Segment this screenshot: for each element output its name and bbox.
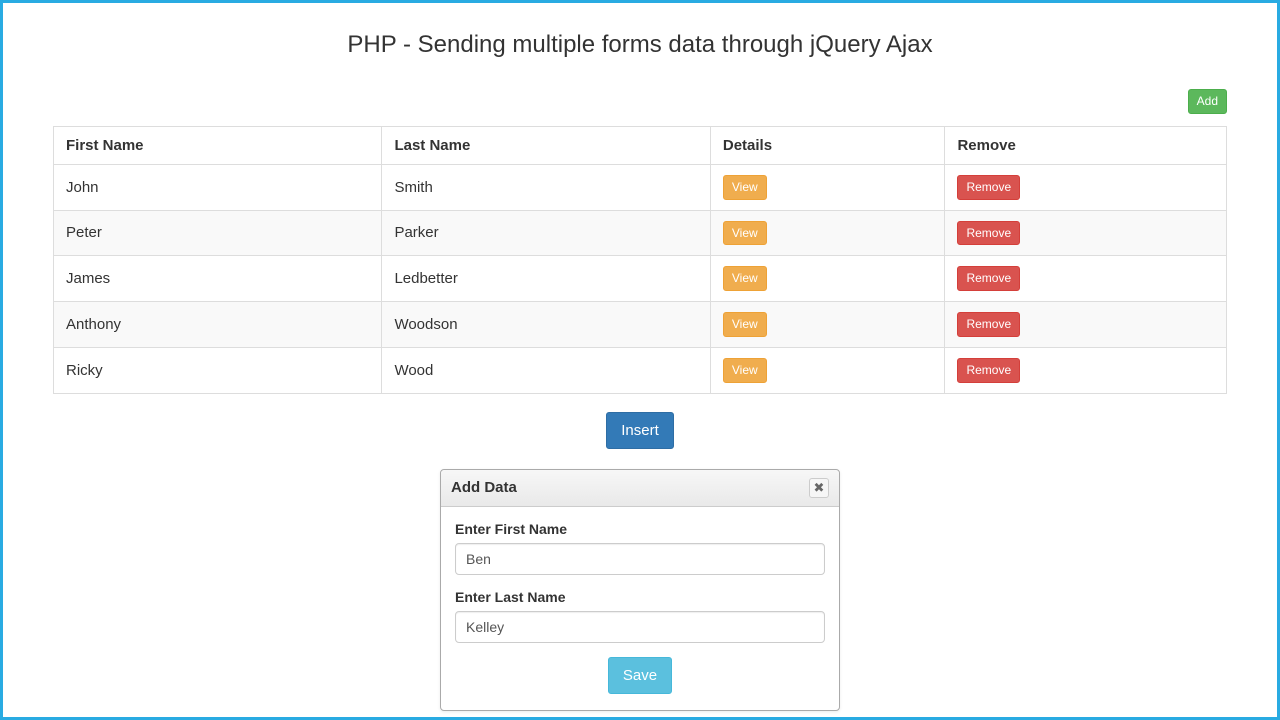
table-header-row: First Name Last Name Details Remove [54, 126, 1227, 164]
header-remove: Remove [945, 126, 1227, 164]
view-button[interactable]: View [723, 266, 767, 291]
view-button[interactable]: View [723, 221, 767, 246]
add-data-dialog: Add Data ✖ Enter First Name Enter Last N… [440, 469, 840, 711]
cell-first-name: Peter [54, 210, 382, 256]
users-table: First Name Last Name Details Remove John… [53, 126, 1227, 394]
close-icon[interactable]: ✖ [809, 478, 829, 498]
toolbar: Add [53, 89, 1227, 114]
dialog-body: Enter First Name Enter Last Name Save [441, 507, 839, 710]
cell-first-name: Ricky [54, 347, 382, 393]
table-row: James Ledbetter View Remove [54, 256, 1227, 302]
last-name-label: Enter Last Name [455, 589, 825, 605]
app-frame: PHP - Sending multiple forms data throug… [0, 0, 1280, 720]
table-row: Anthony Woodson View Remove [54, 302, 1227, 348]
view-button[interactable]: View [723, 358, 767, 383]
header-last-name: Last Name [382, 126, 710, 164]
form-group-first-name: Enter First Name [455, 521, 825, 575]
table-row: Ricky Wood View Remove [54, 347, 1227, 393]
cell-last-name: Smith [382, 164, 710, 210]
add-button[interactable]: Add [1188, 89, 1227, 114]
dialog-title: Add Data [451, 479, 517, 496]
header-details: Details [710, 126, 945, 164]
table-row: John Smith View Remove [54, 164, 1227, 210]
insert-row: Insert [53, 412, 1227, 449]
page-title: PHP - Sending multiple forms data throug… [53, 31, 1227, 59]
first-name-input[interactable] [455, 543, 825, 575]
cell-last-name: Parker [382, 210, 710, 256]
cell-last-name: Woodson [382, 302, 710, 348]
cell-first-name: James [54, 256, 382, 302]
header-first-name: First Name [54, 126, 382, 164]
view-button[interactable]: View [723, 312, 767, 337]
cell-last-name: Wood [382, 347, 710, 393]
remove-button[interactable]: Remove [957, 175, 1020, 200]
first-name-label: Enter First Name [455, 521, 825, 537]
dialog-actions: Save [455, 657, 825, 694]
cell-first-name: Anthony [54, 302, 382, 348]
save-button[interactable]: Save [608, 657, 672, 694]
dialog-header: Add Data ✖ [441, 470, 839, 507]
remove-button[interactable]: Remove [957, 266, 1020, 291]
insert-button[interactable]: Insert [606, 412, 674, 449]
cell-first-name: John [54, 164, 382, 210]
form-group-last-name: Enter Last Name [455, 589, 825, 643]
table-row: Peter Parker View Remove [54, 210, 1227, 256]
remove-button[interactable]: Remove [957, 358, 1020, 383]
remove-button[interactable]: Remove [957, 312, 1020, 337]
remove-button[interactable]: Remove [957, 221, 1020, 246]
cell-last-name: Ledbetter [382, 256, 710, 302]
last-name-input[interactable] [455, 611, 825, 643]
view-button[interactable]: View [723, 175, 767, 200]
